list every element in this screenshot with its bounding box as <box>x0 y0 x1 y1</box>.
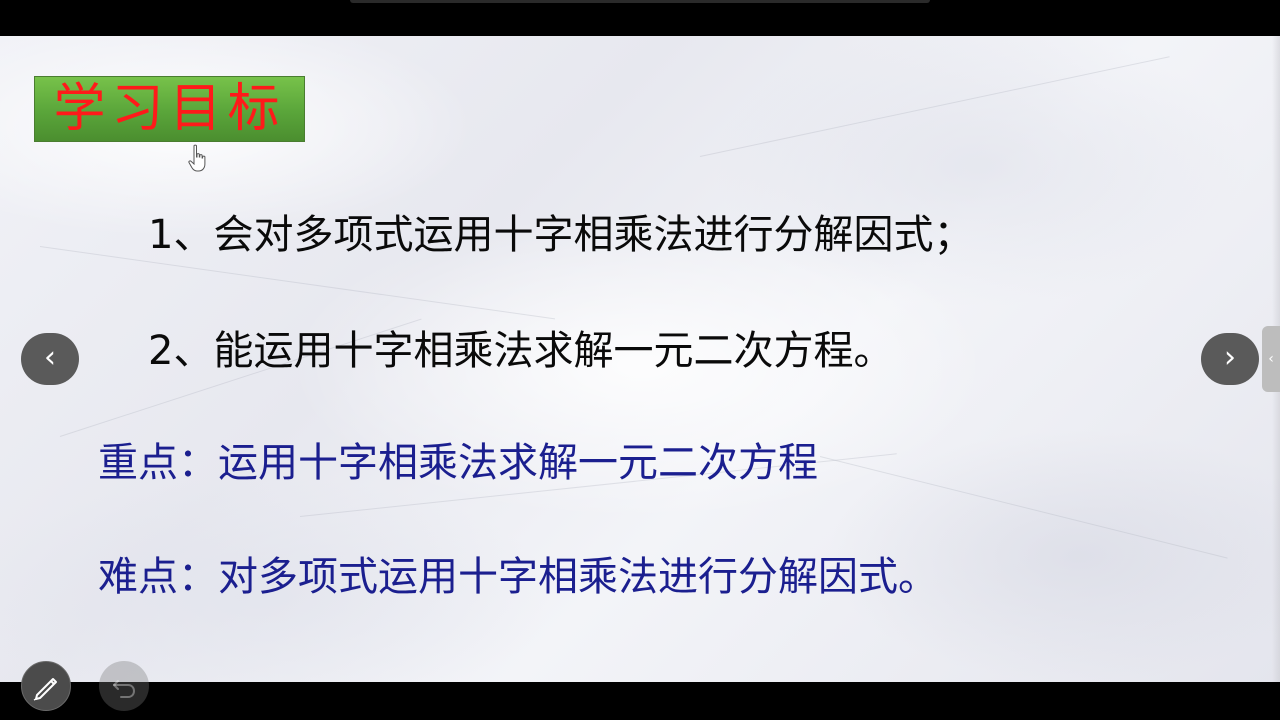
objective-1: 1、会对多项式运用十字相乘法进行分解因式； <box>148 212 974 258</box>
title-box: 学习目标 <box>34 76 305 142</box>
chevron-right-icon: › <box>1224 340 1236 375</box>
top-bar <box>0 0 1280 36</box>
side-tab-chevron-icon: ‹ <box>1268 351 1274 367</box>
objective-2: 2、能运用十字相乘法求解一元二次方程。 <box>148 328 894 374</box>
slide: 学习目标 1、会对多项式运用十字相乘法进行分解因式； 2、能运用十字相乘法求解一… <box>0 36 1280 682</box>
next-slide-button[interactable]: › <box>1201 333 1259 385</box>
hand-pointer-icon <box>188 144 206 172</box>
prev-slide-button[interactable]: ‹ <box>21 333 79 385</box>
chevron-left-icon: ‹ <box>44 340 56 375</box>
difficult-point: 难点：对多项式运用十字相乘法进行分解因式。 <box>98 554 938 600</box>
paper-crease <box>819 456 1228 559</box>
bottom-bar <box>0 682 1280 720</box>
side-panel-tab[interactable]: ‹ <box>1262 326 1280 392</box>
undo-button[interactable] <box>99 661 149 711</box>
pen-icon <box>33 678 57 701</box>
pen-tool-button[interactable] <box>21 661 71 711</box>
paper-crease <box>699 56 1170 157</box>
undo-icon <box>113 680 136 698</box>
slide-title: 学习目标 <box>53 79 286 139</box>
key-point: 重点：运用十字相乘法求解一元二次方程 <box>98 440 818 486</box>
top-notch <box>350 0 930 3</box>
